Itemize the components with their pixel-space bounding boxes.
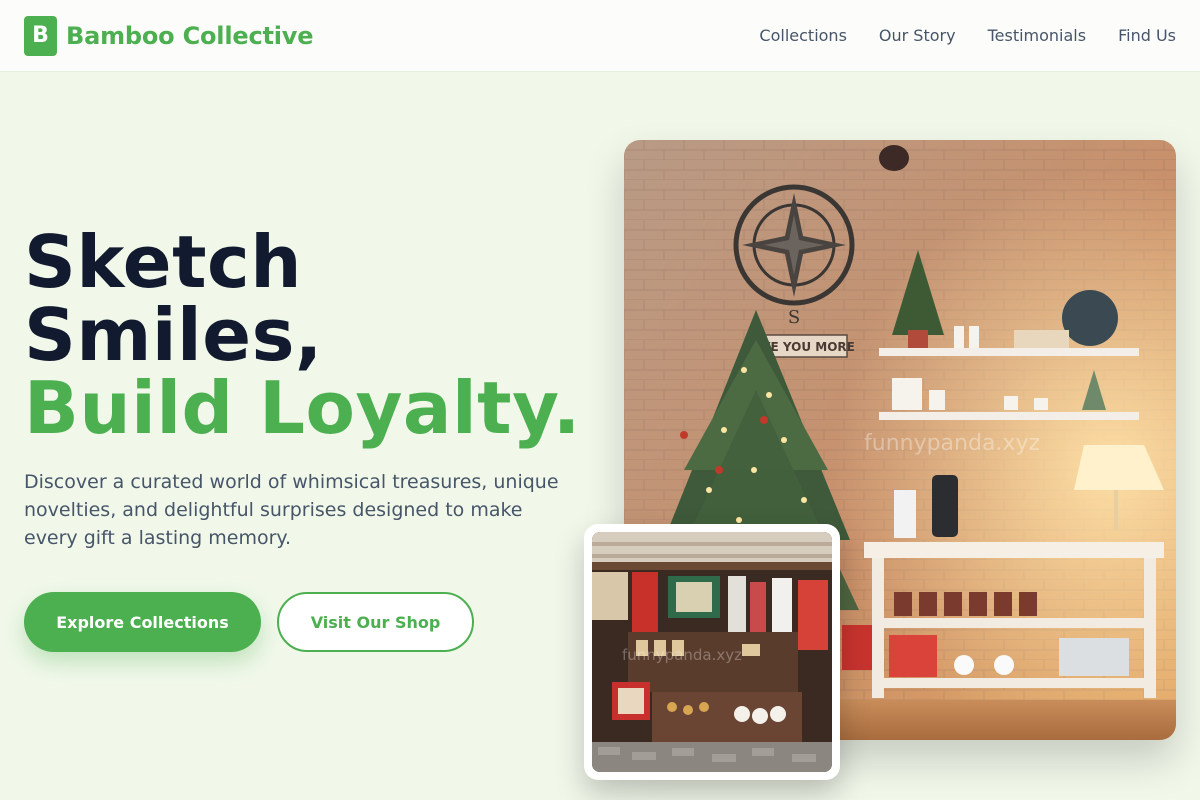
hero-title-accent: Build Loyalty. [24, 366, 581, 450]
nav-link-find-us[interactable]: Find Us [1118, 26, 1176, 45]
nav-link-testimonials[interactable]: Testimonials [988, 26, 1087, 45]
main-nav: Collections Our Story Testimonials Find … [759, 26, 1176, 45]
brand-name: Bamboo Collective [66, 21, 314, 50]
hero-inset-photo: funnypanda.xyz [584, 524, 840, 780]
nav-link-collections[interactable]: Collections [759, 26, 846, 45]
hero-title: Sketch Smiles, Build Loyalty. [24, 226, 581, 445]
nav-link-our-story[interactable]: Our Story [879, 26, 956, 45]
hero-description: Discover a curated world of whimsical tr… [24, 471, 559, 549]
middle-shelf [879, 412, 1139, 420]
brand-logo-link[interactable]: B Bamboo Collective [24, 15, 314, 56]
visit-our-shop-button[interactable]: Visit Our Shop [277, 592, 474, 652]
letter-b-logo-icon: B [24, 15, 57, 56]
explore-collections-button[interactable]: Explore Collections [24, 592, 261, 652]
market-stall-illustration: funnypanda.xyz [592, 532, 832, 772]
hero-title-line-1: Sketch [24, 220, 302, 304]
upper-shelf [879, 348, 1139, 356]
hero-title-line-2: Smiles, [24, 293, 323, 377]
site-header: B Bamboo Collective Collections Our Stor… [0, 0, 1200, 72]
svg-text:S: S [788, 307, 800, 328]
main-photo-watermark: funnypanda.xyz [864, 431, 1040, 456]
inset-photo-watermark: funnypanda.xyz [622, 646, 742, 664]
